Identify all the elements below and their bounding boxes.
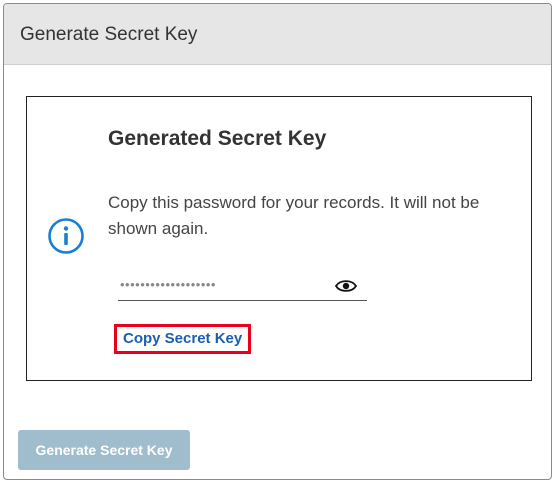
dialog-title: Generate Secret Key bbox=[20, 24, 198, 45]
card-heading: Generated Secret Key bbox=[108, 127, 327, 150]
card-message: Copy this password for your records. It … bbox=[108, 193, 480, 238]
generate-secret-key-dialog: Generate Secret Key Generated Secret Key… bbox=[3, 3, 552, 480]
dialog-header: Generate Secret Key bbox=[4, 4, 551, 65]
secret-key-card: Generated Secret Key Copy this password … bbox=[26, 96, 532, 381]
generate-secret-key-button[interactable]: Generate Secret Key bbox=[18, 430, 190, 470]
secret-key-value[interactable]: ••••••••••••••••••• bbox=[120, 277, 216, 292]
info-circle-icon bbox=[48, 218, 84, 254]
copy-secret-key-link[interactable]: Copy Secret Key bbox=[114, 324, 252, 354]
eye-icon[interactable] bbox=[335, 278, 357, 294]
secret-key-field[interactable]: ••••••••••••••••••• bbox=[118, 275, 367, 301]
